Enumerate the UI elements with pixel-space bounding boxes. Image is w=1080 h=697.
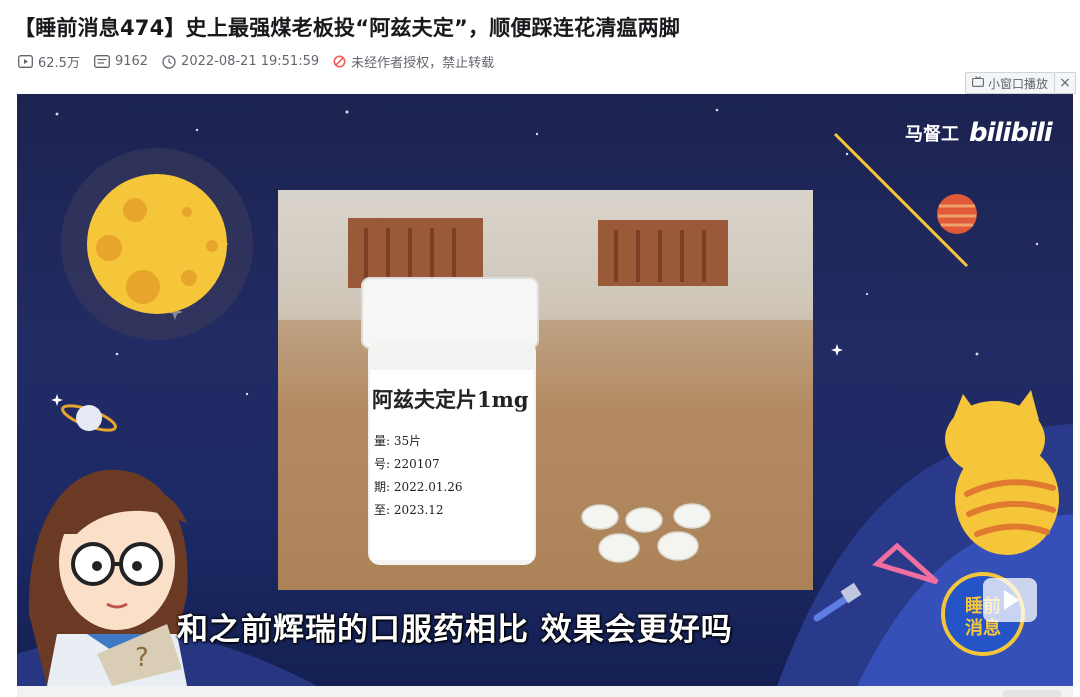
video-subtitle: 和之前辉瑞的口服药相比 效果会更好吗 — [177, 612, 733, 648]
copyright-text: 未经作者授权，禁止转载 — [351, 56, 495, 71]
bottle-details: 量: 35片 号: 220107 期: 2022.01.26 至: 2023.1… — [374, 430, 463, 522]
no-repost-icon — [333, 55, 346, 68]
publish-datetime: 2022-08-21 19:51:59 — [181, 54, 320, 69]
copyright-notice: 未经作者授权，禁止转载 — [333, 52, 494, 71]
video-player[interactable]: 睡前 消息 ? 马督工 bilibili — [17, 94, 1073, 686]
host-avatar: ? — [28, 469, 188, 686]
svg-text:?: ? — [135, 643, 149, 673]
close-icon[interactable]: × — [1055, 72, 1077, 94]
watermark-name: 马督工 — [905, 124, 959, 145]
clock-icon — [162, 54, 176, 69]
play-button[interactable] — [983, 578, 1037, 622]
bottle-line: 期: 2022.01.26 — [374, 480, 463, 494]
bottle-line: 量: 35片 — [374, 434, 422, 448]
mini-player-controls: 小窗口播放 × — [965, 72, 1077, 94]
bottom-action-button[interactable] — [1003, 690, 1061, 697]
bilibili-logo: bilibili — [969, 118, 1053, 148]
danmaku-stat: 9162 — [94, 54, 148, 69]
play-count-icon — [18, 55, 33, 68]
bottle-label: 阿兹夫定片1mg — [372, 387, 529, 412]
danmaku-count: 9162 — [114, 54, 149, 69]
tv-icon — [972, 76, 984, 90]
danmaku-icon — [94, 55, 110, 68]
video-title: 【睡前消息474】史上最强煤老板投“阿兹夫定”，顺便踩连花清瘟两脚 — [14, 16, 681, 40]
views-stat: 62.5万 — [18, 52, 80, 71]
publish-time: 2022-08-21 19:51:59 — [162, 54, 319, 69]
channel-watermark: 马督工 bilibili — [905, 118, 1053, 148]
mini-player-button[interactable]: 小窗口播放 — [965, 72, 1056, 94]
views-count: 62.5万 — [38, 56, 80, 71]
bottle-line: 号: 220107 — [374, 457, 440, 471]
bottle-line: 至: 2023.12 — [374, 503, 444, 517]
video-meta: 62.5万 9162 2022-08-21 19:51:59 未经作者授权，禁止… — [18, 52, 494, 71]
medicine-photo: 阿兹夫定片1mg 量: 35片 号: 220107 期: 2022.01.26 … — [278, 190, 813, 590]
mini-player-label: 小窗口播放 — [988, 76, 1049, 91]
player-bottom-bar — [17, 686, 1073, 697]
play-icon — [1004, 590, 1019, 610]
